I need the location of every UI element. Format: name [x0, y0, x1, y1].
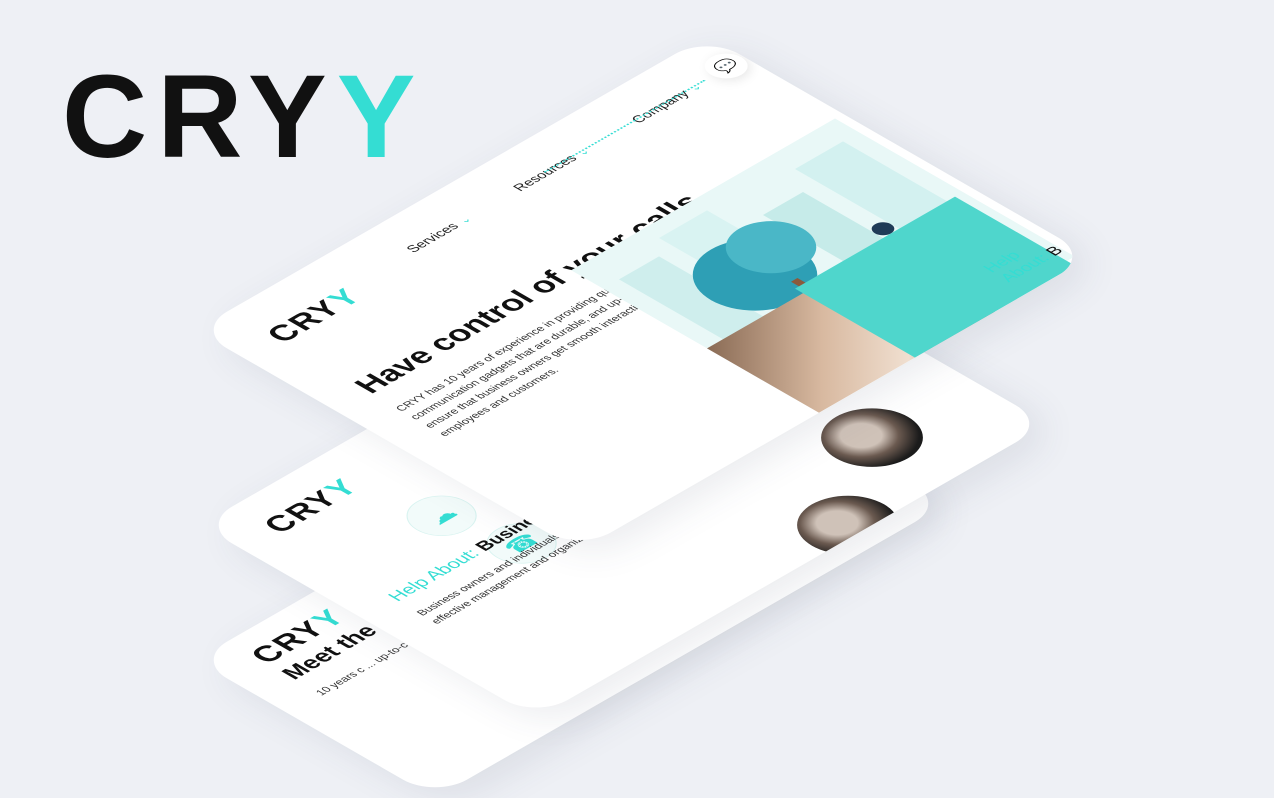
- divider: [543, 79, 706, 173]
- brand-logo-main: CRY: [62, 51, 337, 183]
- cloud-icon: ☁: [392, 487, 492, 545]
- nav-company[interactable]: Company⌄: [628, 81, 706, 126]
- brand-logo: CRYY: [62, 58, 425, 176]
- nav-resources[interactable]: Resources⌄: [510, 145, 594, 193]
- chat-bubble-icon[interactable]: 💬: [695, 48, 757, 84]
- card-logo[interactable]: CRYY: [259, 283, 371, 348]
- nav-services[interactable]: Services⌄: [403, 213, 475, 255]
- brand-logo-accent: Y: [336, 51, 426, 183]
- chevron-down-icon: ⌄: [455, 214, 475, 226]
- card-logo[interactable]: CRYY: [256, 474, 368, 539]
